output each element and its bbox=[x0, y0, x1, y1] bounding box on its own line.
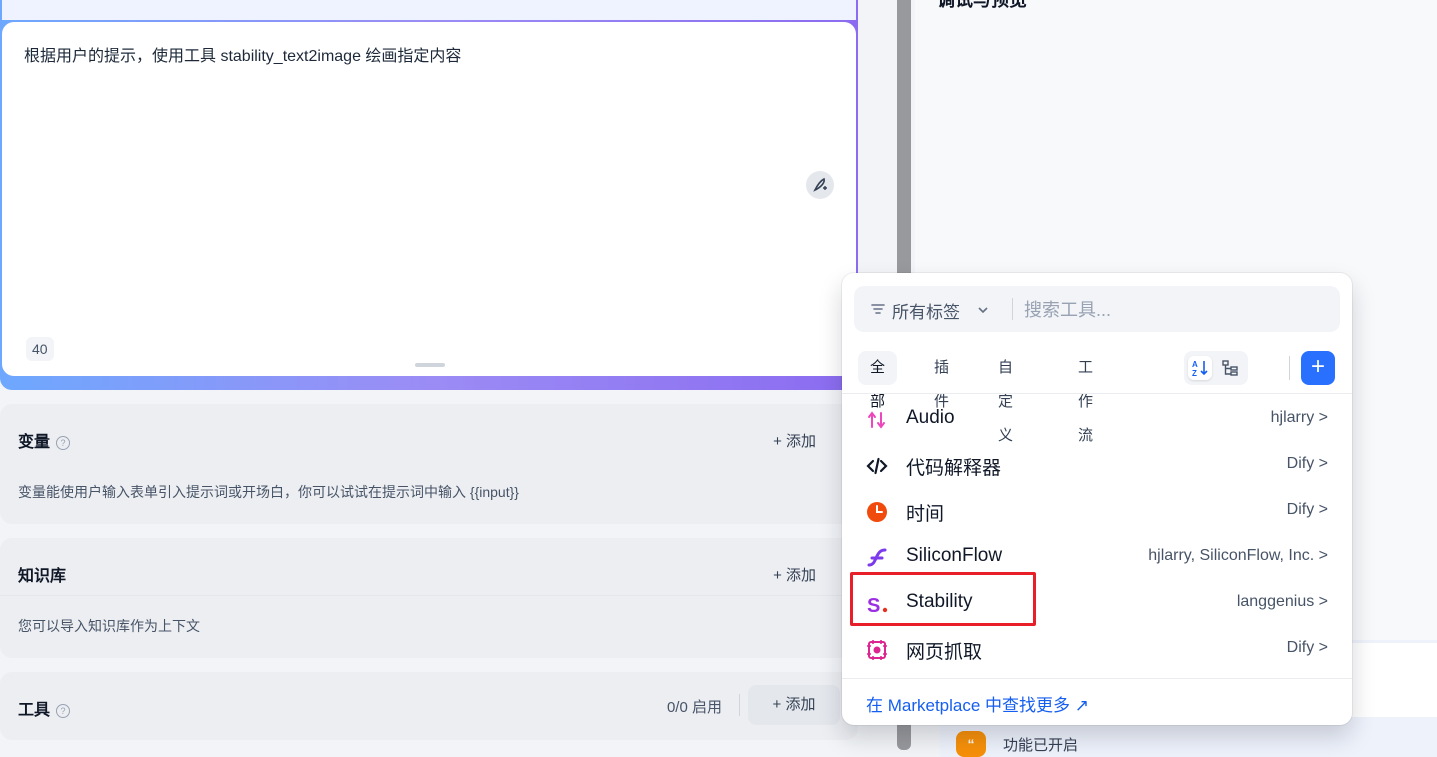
tool-item-audio[interactable]: Audio hjlarry > bbox=[850, 397, 1344, 441]
stability-icon: S bbox=[867, 595, 888, 615]
svg-text:S: S bbox=[867, 595, 880, 615]
variables-description: 变量能使用户输入表单引入提示词或开场白，你可以试试在提示词中输入 {{input… bbox=[18, 484, 519, 500]
prompt-editor-frame: 根据用户的提示，使用工具 stability_text2image 绘画指定内容… bbox=[0, 0, 858, 390]
prompt-generator-button[interactable] bbox=[806, 171, 834, 199]
create-tool-button[interactable]: + bbox=[1301, 351, 1335, 385]
variables-title: 变量? bbox=[18, 428, 71, 452]
tab-workflow[interactable]: 工作流 bbox=[1066, 351, 1105, 444]
tool-item-web-scraper[interactable]: 网页抓取 Dify > bbox=[850, 627, 1344, 671]
prompt-editor-header bbox=[2, 0, 856, 20]
prompt-editor[interactable]: 根据用户的提示，使用工具 stability_text2image 绘画指定内容… bbox=[2, 22, 856, 376]
variables-card: 变量? + 添加 变量能使用户输入表单引入提示词或开场白，你可以试试在提示词中输… bbox=[0, 404, 858, 524]
add-knowledge-button[interactable]: + 添加 bbox=[765, 560, 824, 589]
filter-icon bbox=[871, 304, 885, 314]
tool-item-siliconflow[interactable]: SiliconFlow hjlarry, SiliconFlow, Inc. > bbox=[850, 535, 1344, 579]
tool-author: hjlarry > bbox=[1270, 409, 1328, 426]
quote-icon: “ bbox=[956, 731, 986, 757]
debug-preview-title: 调试与预览 bbox=[937, 0, 1027, 10]
view-mode-toggle: A Z bbox=[1184, 351, 1248, 385]
marketplace-link[interactable]: 在 Marketplace 中查找更多 ↗ bbox=[866, 691, 1089, 716]
tool-search-bar: 所有标签 bbox=[854, 286, 1340, 332]
variables-title-text: 变量 bbox=[18, 434, 51, 451]
divider bbox=[842, 678, 1352, 679]
magic-pen-icon bbox=[813, 177, 827, 192]
resize-handle[interactable] bbox=[415, 363, 445, 367]
tool-author: hjlarry, SiliconFlow, Inc. > bbox=[1148, 547, 1328, 564]
tool-name: Stability bbox=[906, 591, 973, 612]
tool-item-code-interpreter[interactable]: 代码解释器 Dify > bbox=[850, 443, 1344, 487]
divider bbox=[1012, 298, 1013, 320]
knowledge-title: 知识库 bbox=[18, 568, 67, 585]
tree-view-icon bbox=[1222, 360, 1238, 376]
tool-name: SiliconFlow bbox=[906, 545, 1003, 566]
knowledge-description: 您可以导入知识库作为上下文 bbox=[18, 618, 200, 634]
tool-author: langgenius > bbox=[1236, 593, 1328, 610]
help-icon[interactable]: ? bbox=[56, 435, 71, 450]
left-config-column: 根据用户的提示，使用工具 stability_text2image 绘画指定内容… bbox=[0, 0, 858, 757]
divider bbox=[739, 694, 740, 716]
tab-custom[interactable]: 自定义 bbox=[986, 351, 1025, 444]
tools-title: 工具? bbox=[18, 696, 71, 720]
svg-text:Z: Z bbox=[1192, 369, 1197, 378]
tool-name: Audio bbox=[906, 407, 955, 428]
tool-author: Dify > bbox=[1286, 455, 1328, 472]
add-tool-button[interactable]: + 添加 bbox=[748, 685, 840, 725]
tool-name: 时间 bbox=[906, 504, 945, 525]
add-variable-button[interactable]: + 添加 bbox=[765, 426, 824, 455]
svg-text:A: A bbox=[1192, 360, 1198, 369]
web-scraper-icon bbox=[867, 640, 887, 660]
tool-author: Dify > bbox=[1286, 639, 1328, 656]
tab-plugins[interactable]: 插件 bbox=[922, 351, 961, 410]
help-icon[interactable]: ? bbox=[56, 703, 71, 718]
clock-icon bbox=[867, 502, 887, 522]
tools-enabled-count: 0/0 启用 bbox=[666, 699, 722, 716]
tool-search-input[interactable] bbox=[1022, 294, 1326, 326]
sort-alpha-button[interactable]: A Z bbox=[1188, 356, 1212, 380]
tool-picker-dropdown: 所有标签 全部 插件 自定义 工作流 A Z + bbox=[842, 273, 1352, 725]
sort-alpha-icon: A Z bbox=[1192, 360, 1208, 378]
chevron-down-icon[interactable] bbox=[976, 303, 990, 317]
tab-all[interactable]: 全部 bbox=[858, 351, 898, 410]
feature-enabled-text: 功能已开启 bbox=[1003, 737, 1079, 754]
knowledge-card: 知识库 + 添加 您可以导入知识库作为上下文 bbox=[0, 538, 858, 658]
divider bbox=[0, 595, 858, 596]
tool-name: 网页抓取 bbox=[906, 642, 983, 663]
tool-item-stability[interactable]: S Stability langgenius > bbox=[850, 581, 1344, 625]
audio-icon bbox=[868, 411, 885, 429]
tool-author: Dify > bbox=[1286, 501, 1328, 518]
tag-filter-select[interactable]: 所有标签 bbox=[892, 298, 960, 323]
divider bbox=[1289, 356, 1290, 380]
tools-title-text: 工具 bbox=[18, 702, 51, 719]
prompt-text[interactable]: 根据用户的提示，使用工具 stability_text2image 绘画指定内容 bbox=[24, 42, 461, 66]
char-count-badge: 40 bbox=[26, 337, 54, 361]
divider bbox=[842, 393, 1352, 394]
siliconflow-icon bbox=[867, 548, 887, 567]
code-icon bbox=[866, 457, 888, 475]
tool-name: 代码解释器 bbox=[906, 458, 1002, 479]
tree-view-button[interactable] bbox=[1218, 356, 1242, 380]
tools-card: 工具? 0/0 启用 + 添加 bbox=[0, 672, 858, 740]
tool-item-time[interactable]: 时间 Dify > bbox=[850, 489, 1344, 533]
